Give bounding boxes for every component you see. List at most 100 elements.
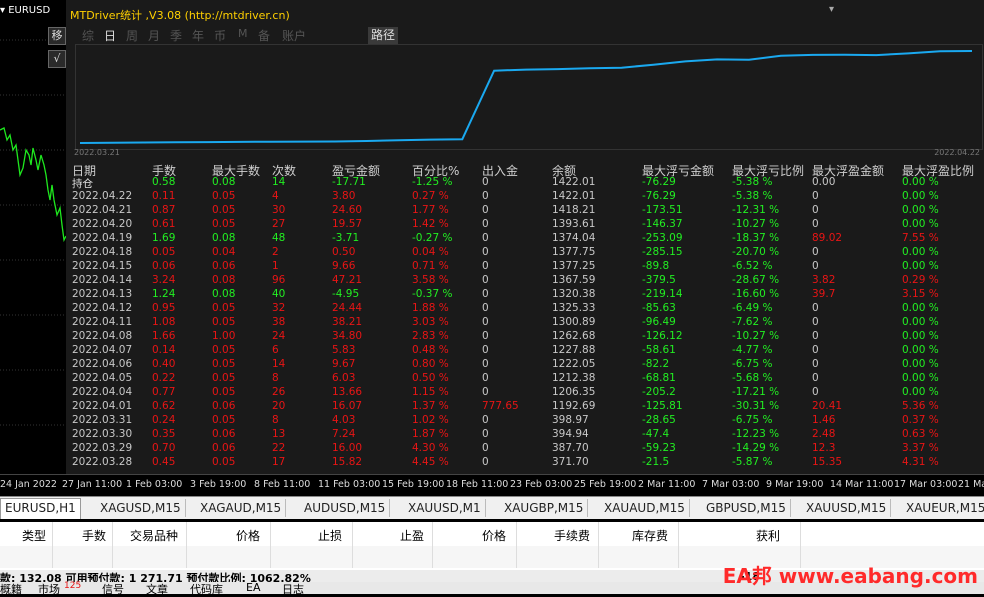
table-cell-mfp: 0 [812,316,819,328]
orders-column-header[interactable]: 类型 [22,527,46,544]
orders-column-header[interactable]: 手数 [82,527,106,544]
check-button[interactable]: √ [48,50,66,68]
orders-column-header[interactable]: 获利 [756,527,780,544]
table-cell-dep: 0 [482,232,489,244]
table-cell-pnl: 0.50 [332,246,356,258]
equity-curve-line [79,50,973,144]
table-cell-mflp: -14.29 % [732,442,780,454]
terminal-tab[interactable]: 市场 [38,581,60,597]
symbol-tab[interactable]: AUDUSD,M15 [300,499,391,517]
tab-month[interactable]: 月 [148,27,160,44]
terminal-tab[interactable]: 概籍 [0,581,22,597]
symbol-tab[interactable]: XAUUSD,M1 [404,499,486,517]
orders-column-header[interactable]: 手续费 [554,527,590,544]
table-cell-mfpp: 0.00 % [902,344,939,356]
tab-account[interactable]: 账户 [282,27,306,44]
table-cell-mfp: 0 [812,218,819,230]
symbol-tab[interactable]: XAGAUD,M15 [196,499,287,517]
table-cell-mfl: -59.23 [642,442,676,454]
table-cell-max_lots: 0.06 [212,442,236,454]
table-cell-mfp: 2.48 [812,428,836,440]
table-cell-mfp: 0 [812,302,819,314]
symbol-tab[interactable]: XAUGBP,M15 [500,499,589,517]
symbol-tab[interactable]: XAGUSD,M15 [96,499,186,517]
table-cell-max_lots: 0.08 [212,274,236,286]
tab-currency[interactable]: 币 [214,27,226,44]
symbol-tab[interactable]: EURUSD,H1 [0,498,81,519]
table-cell-dep: 0 [482,428,489,440]
table-cell-mflp: -20.70 % [732,246,780,258]
table-cell-pnl: 7.24 [332,428,356,440]
table-cell-mfpp: 0.00 % [902,190,939,202]
orders-column-header[interactable]: 交易品种 [130,527,178,544]
table-cell-date: 2022.04.19 [72,232,133,244]
price-chart-lines [0,39,66,426]
price-chart-area[interactable]: ▾ EURUSD [0,0,66,474]
table-cell-date: 2022.04.20 [72,218,133,230]
table-cell-mfl: -76.29 [642,190,676,202]
path-button[interactable]: 路径 [368,27,398,44]
orders-column-header[interactable]: 价格 [236,527,260,544]
table-cell-mflp: -10.27 % [732,218,780,230]
table-cell-mfl: -253.09 [642,232,683,244]
tab-backup[interactable]: 备 [258,27,270,44]
symbol-tab[interactable]: GBPUSD,M15 [702,499,791,517]
table-cell-date: 2022.04.18 [72,246,133,258]
table-cell-max_lots: 0.04 [212,246,236,258]
move-button[interactable]: 移 [48,27,66,45]
table-cell-pct: 0.80 % [412,358,449,370]
orders-column-header[interactable]: 止损 [318,527,342,544]
terminal-tab[interactable]: EA [246,581,260,594]
table-cell-date: 2022.04.21 [72,204,133,216]
collapse-arrow-icon[interactable]: ▾ [829,4,834,15]
table-cell-dep: 777.65 [482,400,519,412]
symbol-tab[interactable]: XAUAUD,M15 [600,499,690,517]
table-cell-dep: 0 [482,176,489,188]
table-cell-mfp: 0 [812,386,819,398]
table-cell-pct: 4.45 % [412,456,449,468]
terminal-tab[interactable]: 代码库 [190,581,223,597]
table-cell-pnl: 15.82 [332,456,363,468]
table-cell-lots: 0.77 [152,386,176,398]
table-cell-mfl: -205.2 [642,386,676,398]
table-cell-date: 2022.04.11 [72,316,133,328]
tab-m[interactable]: M [238,27,248,40]
orders-column-header[interactable]: 价格 [482,527,506,544]
tab-quarter[interactable]: 季 [170,27,182,44]
terminal-tab[interactable]: 文章 [146,581,168,597]
table-cell-lots: 1.08 [152,316,176,328]
symbol-tab[interactable]: XAUEUR,M15 [902,499,984,517]
stats-panel: MTDriver统计 ,V3.08 (http://mtdriver.cn) ▾… [48,0,984,474]
table-cell-pct: 4.30 % [412,442,449,454]
badge-count: 125 [64,581,82,591]
tab-week[interactable]: 周 [126,27,138,44]
table-cell-date: 2022.04.04 [72,386,133,398]
table-cell-pnl: 9.66 [332,260,356,272]
table-cell-date: 2022.03.29 [72,442,133,454]
table-cell-mfpp: 4.31 % [902,456,939,468]
orders-column-header[interactable]: 止盈 [400,527,424,544]
tab-year[interactable]: 年 [192,27,204,44]
curve-start-date: 2022.03.21 [74,148,120,157]
table-cell-count: 2 [272,246,279,258]
symbol-tab[interactable]: XAUUSD,M15 [802,499,892,517]
table-cell-max_lots: 0.05 [212,204,236,216]
table-cell-mflp: -5.38 % [732,176,773,188]
orders-column-header[interactable]: 库存费 [632,527,668,544]
table-cell-dep: 0 [482,344,489,356]
table-cell-lots: 0.24 [152,414,176,426]
tab-day[interactable]: 日 [104,27,116,44]
terminal-tab[interactable]: 信号 [102,581,124,597]
table-cell-date: 2022.04.07 [72,344,133,356]
table-cell-pnl: 24.60 [332,204,363,216]
terminal-tab[interactable]: 日志 [282,581,304,597]
table-cell-mflp: -5.87 % [732,456,773,468]
table-cell-pct: 0.50 % [412,372,449,384]
tab-summary[interactable]: 综 [82,27,94,44]
time-axis-label: 3 Feb 19:00 [190,479,247,490]
time-axis-label: 18 Feb 11:00 [446,479,509,490]
table-cell-date: 2022.03.28 [72,456,133,468]
table-cell-pct: 0.04 % [412,246,449,258]
table-cell-mfl: -219.14 [642,288,683,300]
equity-curve-svg [79,50,973,144]
